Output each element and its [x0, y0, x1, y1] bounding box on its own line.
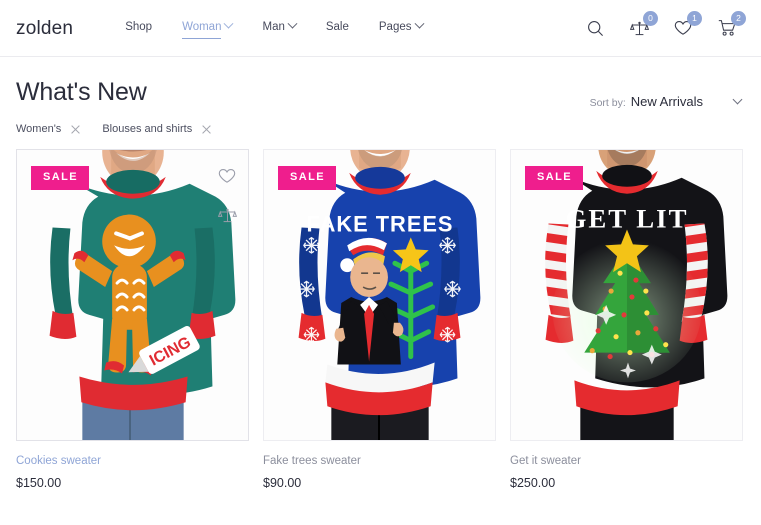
nav-item-sale[interactable]: Sale — [326, 21, 349, 36]
product-card[interactable]: GET LIT SALE Get it sweater $250.00 — [510, 149, 743, 491]
product-photo-get-it-sweater: GET LIT — [511, 150, 742, 440]
add-to-wishlist-button[interactable] — [218, 168, 236, 186]
main-navigation: Shop Woman Man Sale Pages — [125, 18, 424, 39]
product-title[interactable]: Fake trees sweater — [263, 455, 496, 469]
nav-label: Man — [262, 20, 285, 33]
nav-label: Shop — [125, 20, 153, 33]
sort-by-dropdown[interactable]: Sort by: New Arrivals — [590, 94, 745, 109]
chevron-down-icon — [287, 18, 298, 29]
product-price: $90.00 — [263, 475, 302, 490]
nav-label: Pages — [378, 20, 412, 33]
nav-label: Sale — [325, 20, 349, 33]
product-hover-tools — [218, 168, 237, 225]
sort-by-label: Sort by: — [589, 97, 626, 109]
nav-item-shop[interactable]: Shop — [125, 21, 152, 36]
product-photo-fake-trees-sweater: FAKE TREES — [264, 150, 495, 440]
header-actions: 0 1 2 — [585, 11, 746, 38]
svg-text:GET LIT: GET LIT — [566, 203, 689, 233]
page-title: What's New — [16, 78, 147, 106]
search-icon — [587, 20, 603, 36]
close-icon[interactable] — [70, 124, 80, 134]
heart-icon — [218, 169, 236, 183]
filter-chip-blouses-and-shirts[interactable]: Blouses and shirts — [102, 123, 211, 135]
nav-label: Woman — [182, 20, 222, 33]
nav-item-pages[interactable]: Pages — [378, 18, 424, 36]
sort-by-value: New Arrivals — [630, 94, 703, 109]
cart-button[interactable]: 2 — [717, 11, 746, 38]
wishlist-count-badge: 1 — [687, 11, 702, 26]
close-icon[interactable] — [201, 124, 211, 134]
nav-item-man[interactable]: Man — [262, 18, 298, 36]
compare-button[interactable]: 0 — [629, 11, 658, 38]
product-card[interactable]: ICING SALE Cookies sweater $150.00 — [16, 149, 249, 491]
product-title[interactable]: Cookies sweater — [16, 455, 249, 469]
product-grid: ICING SALE Cookies sweater $150.00 FAKE … — [0, 135, 761, 491]
product-title[interactable]: Get it sweater — [510, 455, 743, 469]
active-filters: Women's Blouses and shirts — [0, 109, 761, 135]
product-card[interactable]: FAKE TREES SALE Fake trees sweater $90.0… — [263, 149, 496, 491]
chevron-down-icon — [414, 18, 424, 29]
chevron-down-icon — [732, 94, 743, 105]
product-photo-cookies-sweater: ICING — [17, 150, 248, 440]
chevron-down-icon — [224, 18, 234, 29]
page-header: What's New Sort by: New Arrivals — [0, 57, 761, 109]
product-image[interactable]: ICING SALE — [16, 149, 249, 441]
product-image[interactable]: FAKE TREES SALE — [263, 149, 496, 441]
compare-scales-icon — [218, 208, 237, 223]
nav-item-woman[interactable]: Woman — [182, 18, 234, 39]
filter-chip-label: Blouses and shirts — [102, 123, 193, 135]
site-logo[interactable]: zolden — [16, 19, 73, 38]
product-price: $250.00 — [510, 475, 556, 490]
wishlist-button[interactable]: 1 — [673, 11, 702, 38]
sale-badge: SALE — [278, 166, 336, 190]
cart-count-badge: 2 — [731, 11, 746, 26]
compare-count-badge: 0 — [643, 11, 658, 26]
site-header: zolden Shop Woman Man Sale Pages 0 1 2 — [0, 0, 761, 57]
filter-chip-label: Women's — [16, 123, 62, 135]
filter-chip-womens[interactable]: Women's — [16, 123, 80, 135]
sale-badge: SALE — [31, 166, 89, 190]
product-image[interactable]: GET LIT SALE — [510, 149, 743, 441]
add-to-compare-button[interactable] — [218, 207, 237, 225]
product-price: $150.00 — [16, 475, 62, 490]
sale-badge: SALE — [525, 166, 583, 190]
svg-text:FAKE TREES: FAKE TREES — [306, 211, 453, 236]
search-button[interactable] — [585, 18, 605, 38]
